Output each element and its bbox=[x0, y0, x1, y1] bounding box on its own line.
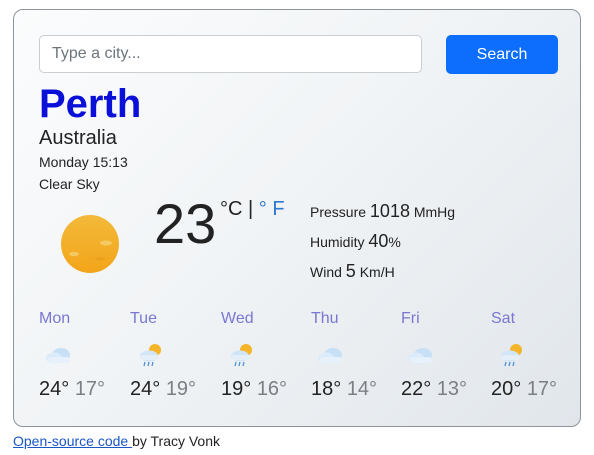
forecast-max: 24° bbox=[130, 378, 161, 400]
forecast-day-name: Fri bbox=[401, 310, 420, 327]
cloudy-icon bbox=[318, 348, 342, 364]
forecast-min: 17° bbox=[74, 378, 106, 400]
forecast-day-name: Sat bbox=[491, 310, 516, 327]
forecast-day: Thu 18° 14° bbox=[311, 310, 393, 401]
forecast-temps: 24° 19° bbox=[130, 378, 212, 401]
footer: Open-source code by Tracy Vonk bbox=[13, 433, 220, 449]
open-source-link[interactable]: Open-source code bbox=[13, 433, 132, 449]
search-button[interactable]: Search bbox=[446, 35, 558, 74]
forecast-day: Fri 22° 13° bbox=[401, 310, 483, 401]
forecast-day-name: Mon bbox=[39, 310, 71, 327]
cloudy-icon bbox=[408, 348, 432, 364]
city-search-input[interactable] bbox=[39, 35, 422, 73]
weather-card: Search Perth Australia Monday 15:13 Clea… bbox=[13, 9, 581, 427]
forecast-max: 24° bbox=[39, 378, 70, 400]
forecast-min: 14° bbox=[346, 378, 378, 400]
pressure-unit: MmHg bbox=[413, 204, 456, 220]
forecast-day-name: Tue bbox=[130, 310, 157, 327]
weather-details: Pressure 1018 MmHg Humidity 40% Wind 5 K… bbox=[310, 198, 455, 288]
forecast-min: 19° bbox=[165, 378, 197, 400]
forecast-max: 18° bbox=[311, 378, 342, 400]
forecast-max: 20° bbox=[491, 378, 522, 400]
sun-rain-cloud-icon bbox=[501, 344, 522, 367]
pressure-value: 1018 bbox=[369, 201, 410, 221]
wind-unit: Km/H bbox=[359, 264, 395, 280]
unit-separator: | bbox=[242, 198, 259, 220]
celsius-unit: °C bbox=[220, 198, 243, 220]
forecast-temps: 24° 17° bbox=[39, 378, 121, 401]
fahrenheit-link[interactable]: ° F bbox=[259, 198, 285, 220]
forecast-temps: 22° 13° bbox=[401, 378, 483, 401]
forecast-day-name: Thu bbox=[311, 310, 339, 327]
forecast-temps: 18° 14° bbox=[311, 378, 393, 401]
footer-credit: by Tracy Vonk bbox=[132, 433, 221, 449]
forecast-temps: 19° 16° bbox=[221, 378, 303, 401]
country-name: Australia bbox=[39, 127, 117, 149]
weather-condition: Clear Sky bbox=[39, 176, 100, 192]
sun-rain-cloud-icon bbox=[140, 344, 161, 367]
wind-value: 5 bbox=[345, 261, 356, 281]
forecast-min: 17° bbox=[526, 378, 558, 400]
forecast-temps: 20° 17° bbox=[491, 378, 573, 401]
forecast-min: 13° bbox=[436, 378, 468, 400]
humidity-label: Humidity bbox=[310, 234, 365, 250]
forecast-day: Tue 24° 19° bbox=[130, 310, 212, 401]
current-datetime: Monday 15:13 bbox=[39, 154, 128, 170]
clear-sky-sun-icon bbox=[61, 215, 119, 273]
pressure-row: Pressure 1018 MmHg bbox=[310, 198, 455, 228]
forecast-day: Wed 19° 16° bbox=[221, 310, 303, 401]
forecast-day-name: Wed bbox=[221, 310, 254, 327]
forecast-min: 16° bbox=[256, 378, 288, 400]
humidity-unit: % bbox=[388, 234, 401, 250]
wind-row: Wind 5 Km/H bbox=[310, 258, 455, 288]
humidity-value: 40 bbox=[368, 231, 389, 251]
forecast-day: Sat 20° 17° bbox=[491, 310, 573, 401]
humidity-row: Humidity 40% bbox=[310, 228, 455, 258]
cloudy-icon bbox=[46, 348, 70, 364]
city-name: Perth bbox=[39, 82, 142, 126]
current-temperature: 23 bbox=[154, 192, 217, 255]
wind-label: Wind bbox=[310, 264, 342, 280]
sun-rain-cloud-icon bbox=[231, 344, 252, 367]
pressure-label: Pressure bbox=[310, 204, 367, 220]
forecast-max: 19° bbox=[221, 378, 252, 400]
forecast-day: Mon 24° 17° bbox=[39, 310, 121, 401]
forecast-max: 22° bbox=[401, 378, 432, 400]
unit-toggle: °C | ° F bbox=[220, 198, 285, 221]
